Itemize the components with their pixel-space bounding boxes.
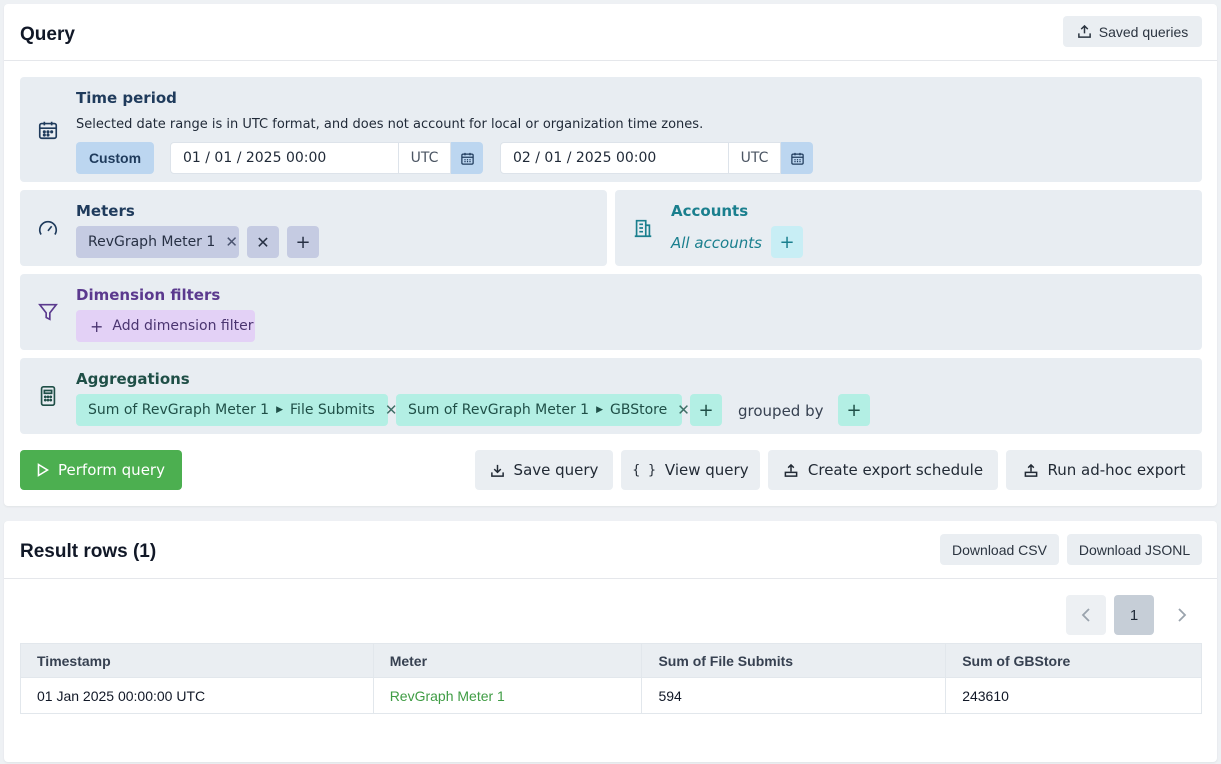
meters-section: Meters RevGraph Meter 1 ✕ ✕ +	[20, 190, 607, 266]
building-icon	[631, 216, 655, 240]
add-account-button[interactable]: +	[771, 226, 803, 258]
meter-chip-label: RevGraph Meter 1	[88, 234, 216, 250]
perform-query-button[interactable]: Perform query	[20, 450, 182, 490]
column-header[interactable]: Sum of GBStore	[945, 643, 1202, 678]
table-header-row: Timestamp Meter Sum of File Submits Sum …	[20, 643, 1202, 678]
column-header[interactable]: Meter	[372, 643, 643, 678]
add-meter-button[interactable]: +	[287, 226, 319, 258]
saved-queries-label: Saved queries	[1098, 23, 1189, 40]
perform-query-label: Perform query	[58, 461, 165, 479]
calculator-icon	[36, 384, 60, 408]
calendar-icon	[36, 118, 60, 142]
calendar-icon	[790, 152, 804, 165]
arrow-right-icon: ▶	[596, 405, 604, 415]
clear-meters-button[interactable]: ✕	[247, 226, 279, 258]
download-jsonl-button[interactable]: Download JSONL	[1067, 534, 1202, 565]
chevron-left-icon	[1081, 608, 1090, 622]
braces-icon: { }	[632, 462, 656, 478]
time-period-section: Time period Selected date range is in UT…	[20, 77, 1202, 182]
aggregation-chip-prefix: Sum of RevGraph Meter 1	[88, 402, 270, 418]
end-date-picker-button[interactable]	[781, 142, 813, 174]
upload-icon	[1077, 24, 1091, 38]
start-date-picker-button[interactable]	[451, 142, 483, 174]
add-dimension-filter-button[interactable]: + Add dimension filter	[76, 310, 255, 342]
results-table: Timestamp Meter Sum of File Submits Sum …	[20, 643, 1202, 714]
range-type-button[interactable]: Custom	[76, 142, 154, 174]
download-csv-button[interactable]: Download CSV	[940, 534, 1059, 565]
save-query-button[interactable]: Save query	[475, 450, 613, 490]
meters-title: Meters	[76, 202, 135, 220]
cell-meter-link[interactable]: RevGraph Meter 1	[372, 677, 643, 714]
aggregation-chip[interactable]: Sum of RevGraph Meter 1 ▶ File Submits ✕	[76, 394, 397, 426]
column-header[interactable]: Timestamp	[20, 643, 374, 678]
download-icon	[490, 464, 504, 477]
cell-timestamp: 01 Jan 2025 00:00:00 UTC	[20, 677, 374, 714]
aggregation-chip-suffix: GBStore	[610, 402, 668, 418]
gauge-icon	[36, 217, 60, 241]
end-tz-label: UTC	[729, 142, 781, 174]
arrow-right-icon: ▶	[276, 405, 284, 415]
page-1-button[interactable]: 1	[1114, 595, 1154, 635]
remove-icon[interactable]: ✕	[677, 401, 690, 419]
save-query-label: Save query	[513, 461, 599, 479]
aggregations-section: Aggregations Sum of RevGraph Meter 1 ▶ F…	[20, 358, 1202, 434]
add-aggregation-button[interactable]: +	[690, 394, 722, 426]
prev-page-button[interactable]	[1066, 595, 1106, 635]
start-date-input[interactable]: 01 / 01 / 2025 00:00	[170, 142, 399, 174]
results-card: Result rows (1) Download CSV Download JS…	[4, 521, 1217, 762]
column-header[interactable]: Sum of File Submits	[641, 643, 947, 678]
aggregation-chip-suffix: File Submits	[290, 402, 375, 418]
funnel-icon	[36, 300, 60, 324]
end-date-input[interactable]: 02 / 01 / 2025 00:00	[500, 142, 729, 174]
run-adhoc-export-button[interactable]: Run ad-hoc export	[1006, 450, 1202, 490]
create-export-schedule-button[interactable]: Create export schedule	[768, 450, 998, 490]
results-card-header: Result rows (1) Download CSV Download JS…	[4, 521, 1217, 579]
view-query-button[interactable]: { } View query	[621, 450, 760, 490]
dimension-filters-title: Dimension filters	[76, 286, 221, 304]
add-group-by-button[interactable]: +	[838, 394, 870, 426]
view-query-label: View query	[664, 461, 749, 479]
grouped-by-label: grouped by	[738, 402, 824, 420]
cell-gbstore: 243610	[945, 677, 1202, 714]
remove-icon[interactable]: ✕	[225, 233, 238, 251]
table-row: 01 Jan 2025 00:00:00 UTC RevGraph Meter …	[20, 677, 1202, 714]
play-icon	[37, 463, 50, 477]
time-period-title: Time period	[76, 89, 177, 107]
chevron-right-icon	[1178, 608, 1187, 622]
plus-icon: +	[90, 316, 104, 336]
aggregation-chip-prefix: Sum of RevGraph Meter 1	[408, 402, 590, 418]
accounts-title: Accounts	[671, 202, 749, 220]
cell-file-submits: 594	[641, 677, 947, 714]
add-dimension-filter-label: Add dimension filter	[112, 318, 254, 334]
next-page-button[interactable]	[1162, 595, 1202, 635]
query-card-header: Query Saved queries	[4, 4, 1217, 61]
saved-queries-button[interactable]: Saved queries	[1063, 16, 1202, 47]
aggregations-title: Aggregations	[76, 370, 190, 388]
dimension-filters-section: Dimension filters + Add dimension filter	[20, 274, 1202, 350]
accounts-value[interactable]: All accounts	[671, 234, 762, 252]
query-card: Query Saved queries Time period Selected…	[4, 4, 1217, 506]
query-title: Query	[20, 24, 75, 45]
export-icon	[1024, 463, 1037, 477]
results-title: Result rows (1)	[20, 541, 157, 562]
accounts-section: Accounts All accounts +	[615, 190, 1202, 266]
run-adhoc-export-label: Run ad-hoc export	[1047, 461, 1186, 479]
start-tz-label: UTC	[399, 142, 451, 174]
export-icon	[784, 463, 798, 477]
meter-chip[interactable]: RevGraph Meter 1 ✕	[76, 226, 239, 258]
create-export-schedule-label: Create export schedule	[807, 461, 984, 479]
aggregation-chip[interactable]: Sum of RevGraph Meter 1 ▶ GBStore ✕	[396, 394, 690, 426]
time-period-description: Selected date range is in UTC format, an…	[76, 117, 704, 132]
calendar-icon	[460, 152, 474, 165]
